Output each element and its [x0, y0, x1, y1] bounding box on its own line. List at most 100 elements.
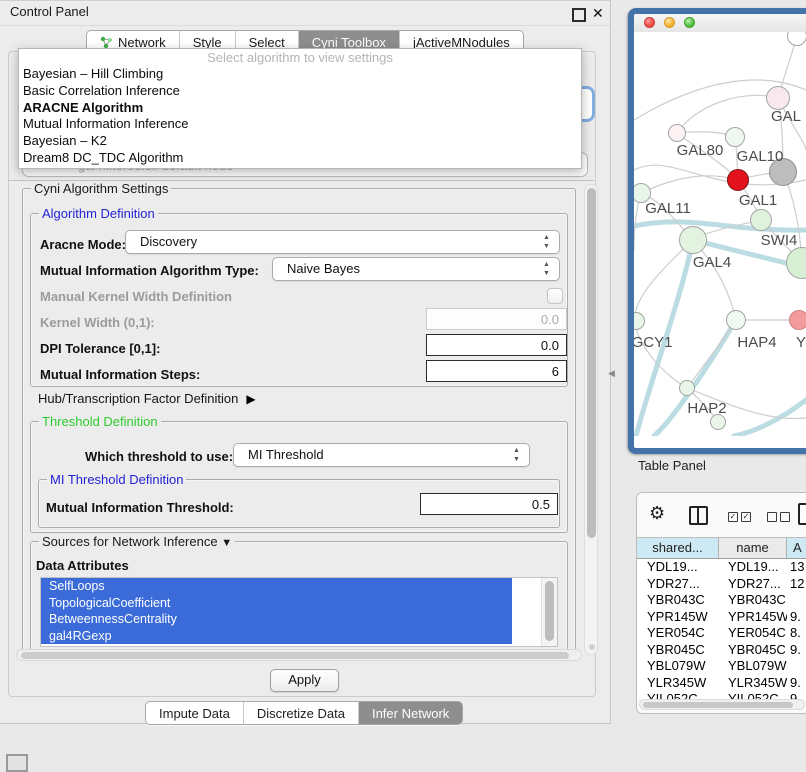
table-row[interactable]: YLR345WYLR345W9.	[637, 675, 806, 692]
tab-label: Discretize Data	[257, 703, 345, 724]
panel-title: Control Panel	[10, 4, 89, 19]
scrollbar-thumb[interactable]	[21, 652, 569, 659]
node-label-gal80: GAL80	[677, 142, 724, 159]
algorithm-option-aracne-algorithm[interactable]: ARACNE Algorithm	[19, 100, 581, 117]
network-node[interactable]	[789, 310, 806, 330]
node-label-hap4: HAP4	[737, 334, 776, 351]
table-cell: YBR045C	[637, 642, 719, 659]
table-row[interactable]: YBR043CYBR043C	[637, 592, 806, 609]
gear-icon[interactable]: ⚙	[649, 503, 665, 524]
kernel-width-field[interactable]: 0.0	[426, 308, 567, 330]
apply-button[interactable]: Apply	[270, 669, 339, 692]
network-view-window[interactable]: GALGAL80GAL10GAL1GAL11SWI4GAL4GCY1HAP4YH…	[628, 8, 806, 454]
table-toolbar: ⚙ ✓✓	[637, 493, 806, 537]
close-panel-icon[interactable]: ✕	[592, 5, 604, 21]
network-node[interactable]	[679, 380, 695, 396]
network-node[interactable]	[725, 127, 745, 147]
popup-placeholder: Select algorithm to view settings	[19, 49, 581, 66]
mi-threshold-field[interactable]: 0.5	[420, 493, 558, 515]
table-row[interactable]: YPR145WYPR145W9.	[637, 609, 806, 626]
column-header-partial[interactable]: A	[787, 538, 806, 558]
scrollbar-thumb[interactable]	[643, 702, 793, 708]
attribute-item-gal4rgexp[interactable]: gal4RGexp	[41, 628, 512, 645]
table-cell: YDL19...	[719, 559, 787, 576]
tab-impute-data[interactable]: Impute Data	[146, 702, 243, 724]
network-node[interactable]	[668, 124, 686, 142]
algorithm-dropdown-popup: Select algorithm to view settings Bayesi…	[18, 48, 582, 169]
tab-label: Infer Network	[372, 703, 449, 724]
settings-horizontal-scrollbar[interactable]	[16, 649, 582, 661]
node-label-gcy1: GCY1	[634, 334, 672, 351]
which-threshold-label: Which threshold to use:	[85, 449, 233, 464]
tab-infer-network[interactable]: Infer Network	[358, 702, 462, 724]
attribute-item-selfloops[interactable]: SelfLoops	[41, 578, 512, 595]
minimized-panel-icon[interactable]	[6, 754, 28, 772]
table-horizontal-scrollbar[interactable]	[639, 699, 805, 710]
collapse-triangle-icon[interactable]: ▼	[221, 537, 232, 549]
table-row[interactable]: YBR045CYBR045C9.	[637, 642, 806, 659]
columns-icon[interactable]	[689, 506, 708, 525]
algorithm-option-bayesian-k2[interactable]: Bayesian – K2	[19, 133, 581, 150]
table-cell: YIL052C	[637, 691, 719, 699]
float-panel-icon[interactable]	[572, 8, 586, 22]
table-cell: 9.	[787, 691, 806, 699]
export-table-icon[interactable]	[798, 503, 806, 525]
group-title: Threshold Definition	[39, 414, 161, 429]
node-label-gal4: GAL4	[693, 254, 731, 271]
algorithm-popup-items: Bayesian – Hill ClimbingBasic Correlatio…	[19, 66, 581, 167]
aracne-mode-label: Aracne Mode:	[40, 237, 126, 252]
table-row[interactable]: YDL19...YDL19...13	[637, 559, 806, 576]
network-node[interactable]	[750, 209, 772, 231]
network-window-titlebar	[634, 14, 806, 33]
table-cell: YPR145W	[719, 609, 787, 626]
control-panel-titlebar: Control Panel ✕	[0, 1, 610, 26]
mi-algorithm-type-combobox[interactable]: Naive Bayes ▲▼	[272, 257, 560, 281]
network-node[interactable]	[727, 169, 749, 191]
node-label-swi4: SWI4	[761, 232, 798, 249]
tab-label: Impute Data	[159, 703, 230, 724]
algorithm-option-bayesian-hill-climbing[interactable]: Bayesian – Hill Climbing	[19, 66, 581, 83]
select-all-checkboxes-icon[interactable]: ✓✓	[728, 512, 751, 522]
column-header-shared-name[interactable]: shared...	[637, 538, 719, 558]
table-cell: 9.	[787, 675, 806, 692]
network-node[interactable]	[726, 310, 746, 330]
table-cell: YER054C	[637, 625, 719, 642]
expand-right-triangle-icon[interactable]: ▶	[246, 392, 255, 406]
network-node[interactable]	[766, 86, 790, 110]
which-threshold-combobox[interactable]: MI Threshold ▲▼	[233, 443, 530, 467]
network-node[interactable]	[679, 226, 707, 254]
table-row[interactable]: YER054CYER054C8.	[637, 625, 806, 642]
data-attributes-list[interactable]: SelfLoopsTopologicalCoefficientBetweenne…	[40, 577, 558, 647]
table-row[interactable]: YIL052CYIL052C9.	[637, 691, 806, 699]
table-row[interactable]: YDR27...YDR27...12	[637, 576, 806, 593]
column-header-name[interactable]: name	[719, 538, 787, 558]
hub-transcription-factor-expander[interactable]: Hub/Transcription Factor Definition▶	[38, 391, 256, 406]
dpi-tolerance-field[interactable]: 0.0	[426, 334, 567, 356]
table-cell: YPR145W	[637, 609, 719, 626]
algorithm-option-dream8-dc-tdc-algorithm[interactable]: Dream8 DC_TDC Algorithm	[19, 150, 581, 167]
attribute-item-topologicalcoefficient[interactable]: TopologicalCoefficient	[41, 595, 512, 612]
algorithm-option-mutual-information-inference[interactable]: Mutual Information Inference	[19, 116, 581, 133]
attributes-scrollbar[interactable]	[541, 578, 557, 646]
close-traffic-light-icon[interactable]	[644, 17, 655, 28]
settings-vertical-scrollbar[interactable]	[584, 184, 598, 655]
network-canvas[interactable]: GALGAL80GAL10GAL1GAL11SWI4GAL4GCY1HAP4YH…	[634, 32, 806, 436]
data-attributes-label: Data Attributes	[36, 558, 129, 573]
aracne-mode-combobox[interactable]: Discovery ▲▼	[125, 230, 560, 254]
mi-steps-field[interactable]: 6	[426, 360, 567, 382]
algorithm-option-basic-correlation-inference[interactable]: Basic Correlation Inference	[19, 83, 581, 100]
table-row[interactable]: YBL079WYBL079W	[637, 658, 806, 675]
minimize-traffic-light-icon[interactable]	[664, 17, 675, 28]
tab-discretize-data[interactable]: Discretize Data	[243, 702, 358, 724]
table-cell: YDR27...	[637, 576, 719, 593]
scrollbar-thumb[interactable]	[545, 581, 554, 641]
table-panel-title: Table Panel	[638, 458, 706, 473]
attribute-item-betweennesscentrality[interactable]: BetweennessCentrality	[41, 611, 512, 628]
manual-kernel-width-checkbox[interactable]	[547, 288, 563, 304]
zoom-traffic-light-icon[interactable]	[684, 17, 695, 28]
split-pane-collapse-arrow[interactable]: ◀	[608, 368, 615, 379]
kernel-width-label: Kernel Width (0,1):	[40, 315, 155, 330]
table-rows: YDL19...YDL19...13YDR27...YDR27...12YBR0…	[637, 559, 806, 699]
scrollbar-thumb[interactable]	[587, 188, 596, 538]
deselect-all-checkboxes-icon[interactable]	[767, 512, 790, 522]
